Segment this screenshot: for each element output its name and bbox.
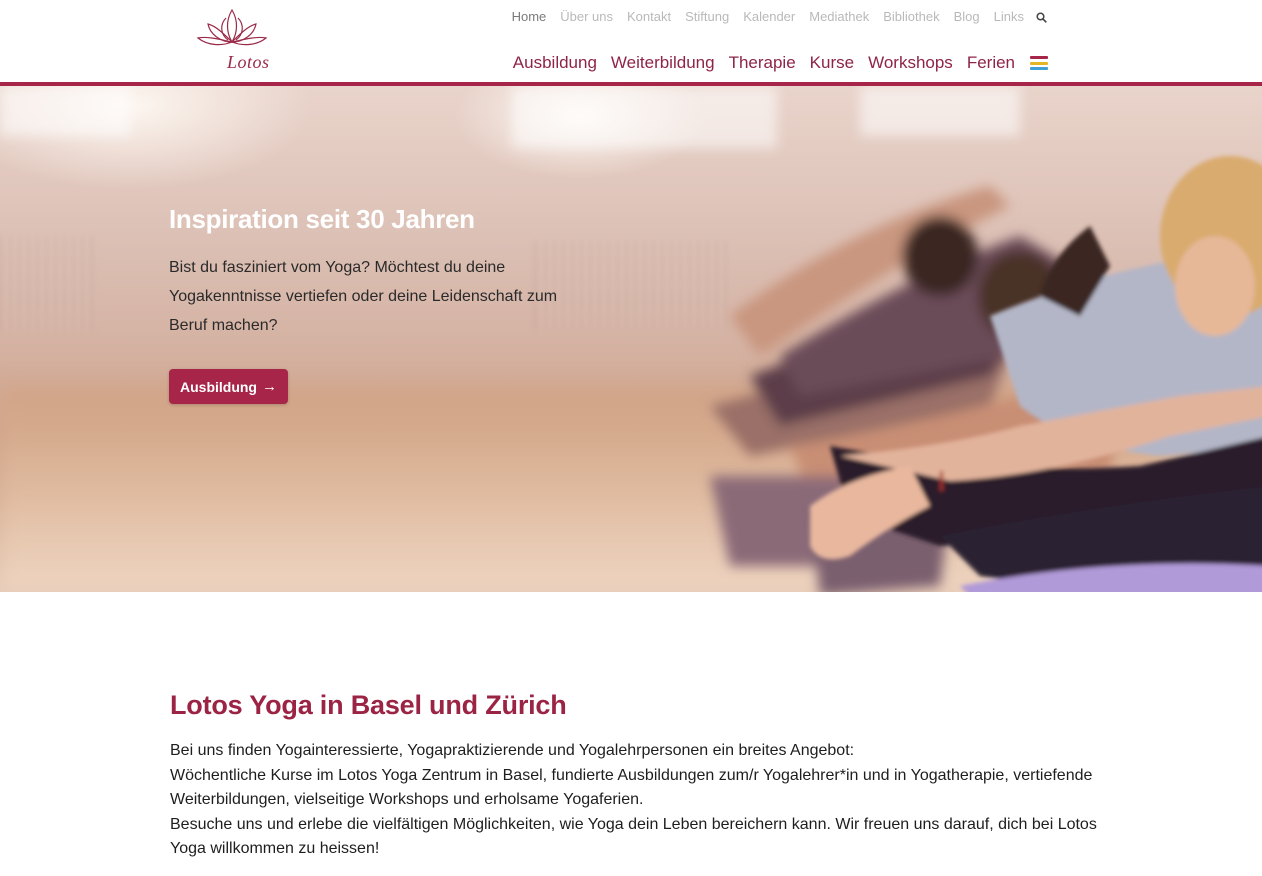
background-radiator — [0, 236, 95, 331]
hero-title: Inspiration seit 30 Jahren — [169, 204, 475, 234]
logo-text: Lotos — [227, 52, 270, 72]
background-window — [0, 86, 130, 136]
topnav-ueber-uns[interactable]: Über uns — [553, 9, 620, 25]
topnav-links[interactable]: Links — [987, 9, 1031, 25]
intro-paragraph: Bei uns finden Yogainteressierte, Yogapr… — [170, 739, 1100, 862]
mainnav-ferien[interactable]: Ferien — [960, 53, 1022, 73]
background-window — [860, 86, 1020, 136]
yoga-class-photo — [710, 156, 1262, 592]
intro-section: Lotos Yoga in Basel und Zürich Bei uns f… — [170, 690, 1100, 862]
lotus-flower-icon — [196, 8, 268, 46]
arrow-right-icon: → — [262, 378, 277, 395]
topnav-kontakt[interactable]: Kontakt — [620, 9, 678, 25]
site-header: Lotos Home Über uns Kontakt Stiftung Kal… — [0, 0, 1262, 82]
topnav-bibliothek[interactable]: Bibliothek — [876, 9, 946, 25]
hamburger-line — [1030, 56, 1048, 59]
top-navigation: Home Über uns Kontakt Stiftung Kalender … — [505, 9, 1050, 25]
background-window — [512, 86, 777, 148]
intro-line: Wöchentliche Kurse im Lotos Yoga Zentrum… — [170, 766, 1093, 809]
mainnav-kurse[interactable]: Kurse — [803, 53, 861, 73]
intro-line: Bei uns finden Yogainteressierte, Yogapr… — [170, 742, 855, 759]
hero-banner: Inspiration seit 30 Jahren Bist du faszi… — [0, 86, 1262, 592]
mainnav-workshops[interactable]: Workshops — [861, 53, 960, 73]
ausbildung-button-label: Ausbildung — [180, 378, 257, 395]
topnav-blog[interactable]: Blog — [947, 9, 987, 25]
search-icon[interactable] — [1031, 11, 1050, 23]
topnav-stiftung[interactable]: Stiftung — [678, 9, 736, 25]
hero-content: Inspiration seit 30 Jahren Bist du faszi… — [169, 204, 569, 340]
mainnav-therapie[interactable]: Therapie — [722, 53, 803, 73]
hamburger-line — [1030, 61, 1048, 65]
hamburger-line — [1030, 67, 1048, 70]
ausbildung-button[interactable]: Ausbildung → — [169, 369, 288, 404]
topnav-kalender[interactable]: Kalender — [736, 9, 802, 25]
mainnav-weiterbildung[interactable]: Weiterbildung — [604, 53, 722, 73]
intro-line: Besuche uns und erlebe die vielfältigen … — [170, 815, 1097, 858]
hamburger-icon[interactable] — [1030, 56, 1048, 70]
mainnav-ausbildung[interactable]: Ausbildung — [506, 53, 604, 73]
topnav-mediathek[interactable]: Mediathek — [802, 9, 876, 25]
topnav-home[interactable]: Home — [505, 9, 554, 25]
hero-text: Bist du fasziniert vom Yoga? Möchtest du… — [169, 259, 558, 334]
intro-title: Lotos Yoga in Basel und Zürich — [170, 690, 567, 720]
main-navigation: Ausbildung Weiterbildung Therapie Kurse … — [506, 53, 1048, 73]
